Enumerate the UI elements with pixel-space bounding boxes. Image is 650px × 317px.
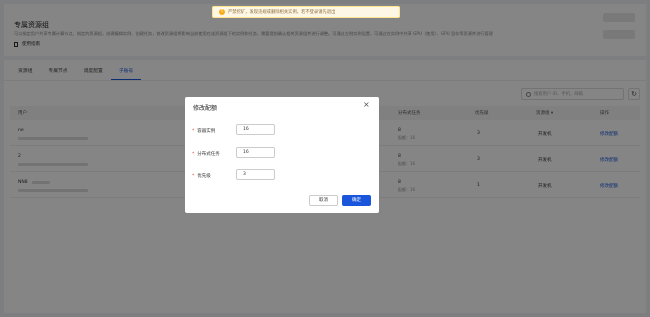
container-instances-label: * 容器实例 bbox=[192, 129, 216, 134]
dialog-title: 修改配额 bbox=[193, 105, 218, 112]
warning-icon: ! bbox=[219, 9, 225, 15]
confirm-button[interactable]: 确定 bbox=[342, 195, 371, 206]
priority-input[interactable]: 3 bbox=[236, 169, 275, 180]
edit-quota-dialog: 修改配额 × * 容器实例 16 * 分布式任务 16 * 优先级 3 取消 确定 bbox=[185, 97, 379, 213]
distributed-jobs-input[interactable]: 16 bbox=[236, 147, 275, 158]
close-icon[interactable]: × bbox=[363, 100, 370, 109]
container-instances-input[interactable]: 16 bbox=[236, 124, 275, 135]
distributed-jobs-label: * 分布式任务 bbox=[192, 152, 220, 157]
warning-text: 严禁挖矿，发现违规或删除相关实例，若不登录请先退出 bbox=[228, 10, 336, 15]
warning-banner: ! 严禁挖矿，发现违规或删除相关实例，若不登录请先退出 bbox=[212, 6, 400, 18]
priority-label: * 优先级 bbox=[192, 174, 211, 179]
cancel-button[interactable]: 取消 bbox=[309, 195, 338, 206]
